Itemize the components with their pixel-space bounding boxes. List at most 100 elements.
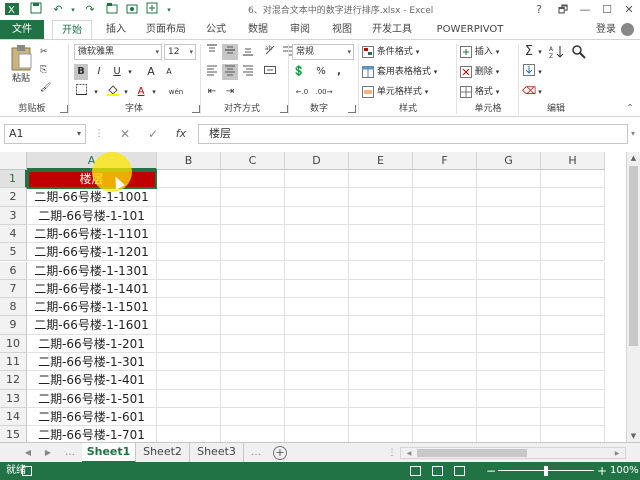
cell-g7[interactable] (477, 279, 541, 299)
cell-d11[interactable] (285, 353, 349, 372)
cell-e13[interactable] (349, 389, 413, 408)
zoom-out-button[interactable]: − (486, 462, 496, 480)
redo-icon[interactable]: ↷ (82, 2, 98, 18)
cell-h8[interactable] (541, 298, 605, 317)
user-icon[interactable] (621, 23, 634, 36)
cell-f11[interactable] (413, 353, 477, 372)
cell-c6[interactable] (221, 261, 285, 280)
cell-h3[interactable] (541, 206, 605, 225)
cell-b6[interactable] (157, 261, 221, 280)
border-dropdown-icon[interactable]: ▾ (92, 84, 100, 100)
zoom-in-button[interactable]: + (597, 462, 607, 480)
cell-h14[interactable] (541, 407, 605, 427)
find-select-icon[interactable] (570, 44, 588, 78)
cell-f1[interactable] (413, 170, 477, 189)
cell-f8[interactable] (413, 298, 477, 317)
cell-h13[interactable] (541, 389, 605, 408)
undo-dropdown-icon[interactable]: ▾ (68, 2, 78, 18)
cell-g2[interactable] (477, 188, 541, 207)
align-left-icon[interactable] (204, 64, 220, 80)
tab-data[interactable]: 数据 (240, 20, 276, 39)
quick-access-icon[interactable] (144, 2, 160, 18)
cell-h5[interactable] (541, 243, 605, 262)
sheet-tab-sheet2[interactable]: Sheet2 (136, 443, 190, 463)
cell-b15[interactable] (157, 426, 221, 442)
cell-d7[interactable] (285, 279, 349, 299)
underline-dropdown-icon[interactable]: ▾ (126, 64, 134, 80)
fill-dropdown-icon[interactable]: ▾ (536, 64, 544, 80)
scroll-down-icon[interactable]: ▼ (627, 430, 640, 442)
cell-b2[interactable] (157, 188, 221, 207)
minimize-button[interactable]: — (574, 0, 596, 20)
copy-icon[interactable]: ⎘ (40, 62, 54, 78)
next-sheet-icon[interactable]: ▶ (40, 443, 56, 463)
row-header-11[interactable]: 11 (0, 353, 27, 372)
close-button[interactable]: ✕ (618, 0, 640, 20)
row-header-13[interactable]: 13 (0, 389, 27, 408)
conditional-format-button[interactable]: 条件格式 ▾ (362, 44, 452, 60)
cell-f14[interactable] (413, 407, 477, 427)
cell-d15[interactable] (285, 426, 349, 442)
cell-b7[interactable] (157, 279, 221, 299)
cell-g10[interactable] (477, 334, 541, 353)
orientation-icon[interactable]: ab (262, 44, 278, 60)
cell-f9[interactable] (413, 316, 477, 335)
tab-review[interactable]: 审阅 (282, 20, 318, 39)
row-header-6[interactable]: 6 (0, 261, 27, 280)
cell-c5[interactable] (221, 243, 285, 262)
cell-e11[interactable] (349, 353, 413, 372)
cell-a9[interactable]: 二期-66号楼-1-1601 (27, 316, 157, 335)
cell-a8[interactable]: 二期-66号楼-1-1501 (27, 298, 157, 317)
cell-a13[interactable]: 二期-66号楼-1-501 (27, 389, 157, 408)
cell-a6[interactable]: 二期-66号楼-1-1301 (27, 261, 157, 280)
cell-b5[interactable] (157, 243, 221, 262)
collapse-ribbon-icon[interactable]: ⌃ (624, 100, 636, 116)
cell-e15[interactable] (349, 426, 413, 442)
cell-a2[interactable]: 二期-66号楼-1-1001 (27, 188, 157, 207)
cell-h10[interactable] (541, 334, 605, 353)
cell-c10[interactable] (221, 334, 285, 353)
cell-h15[interactable] (541, 426, 605, 442)
cell-h1[interactable] (541, 170, 605, 189)
border-icon[interactable] (74, 84, 88, 100)
cell-a5[interactable]: 二期-66号楼-1-1201 (27, 243, 157, 262)
cell-h12[interactable] (541, 371, 605, 390)
tab-insert[interactable]: 插入 (98, 20, 134, 39)
insert-cells-button[interactable]: 插入 ▾ (460, 44, 516, 60)
help-button[interactable]: ? (528, 0, 550, 20)
bold-button[interactable]: B (74, 64, 88, 80)
cell-e6[interactable] (349, 261, 413, 280)
maximize-button[interactable]: ☐ (596, 0, 618, 20)
cell-e9[interactable] (349, 316, 413, 335)
save-icon[interactable] (28, 2, 44, 18)
zoom-slider-thumb[interactable] (544, 466, 548, 476)
open-icon[interactable] (104, 2, 120, 18)
name-box[interactable]: A1 ▾ (4, 124, 86, 144)
cell-d14[interactable] (285, 407, 349, 427)
cell-f10[interactable] (413, 334, 477, 353)
decrease-decimal-icon[interactable]: .00→ (314, 84, 334, 100)
comma-button[interactable]: , (332, 64, 346, 80)
row-header-1[interactable]: 1 (0, 170, 27, 189)
paste-button[interactable]: 粘贴 (6, 44, 36, 94)
scroll-left-icon[interactable]: ◀ (401, 444, 417, 464)
fill-color-icon[interactable] (106, 84, 120, 100)
cell-e4[interactable] (349, 224, 413, 244)
row-header-3[interactable]: 3 (0, 206, 27, 225)
row-header-10[interactable]: 10 (0, 334, 27, 353)
row-header-12[interactable]: 12 (0, 371, 27, 390)
cell-e3[interactable] (349, 206, 413, 225)
cell-c11[interactable] (221, 353, 285, 372)
cell-g1[interactable] (477, 170, 541, 189)
tab-split-icon[interactable]: ⋮ (384, 443, 400, 463)
cell-c8[interactable] (221, 298, 285, 317)
normal-view-icon[interactable] (410, 466, 421, 476)
format-as-table-button[interactable]: 套用表格格式 ▾ (362, 64, 452, 80)
grow-font-button[interactable]: A (144, 64, 158, 80)
cell-a11[interactable]: 二期-66号楼-1-301 (27, 353, 157, 372)
cell-h6[interactable] (541, 261, 605, 280)
cell-e10[interactable] (349, 334, 413, 353)
cell-e5[interactable] (349, 243, 413, 262)
cell-b13[interactable] (157, 389, 221, 408)
cell-g12[interactable] (477, 371, 541, 390)
